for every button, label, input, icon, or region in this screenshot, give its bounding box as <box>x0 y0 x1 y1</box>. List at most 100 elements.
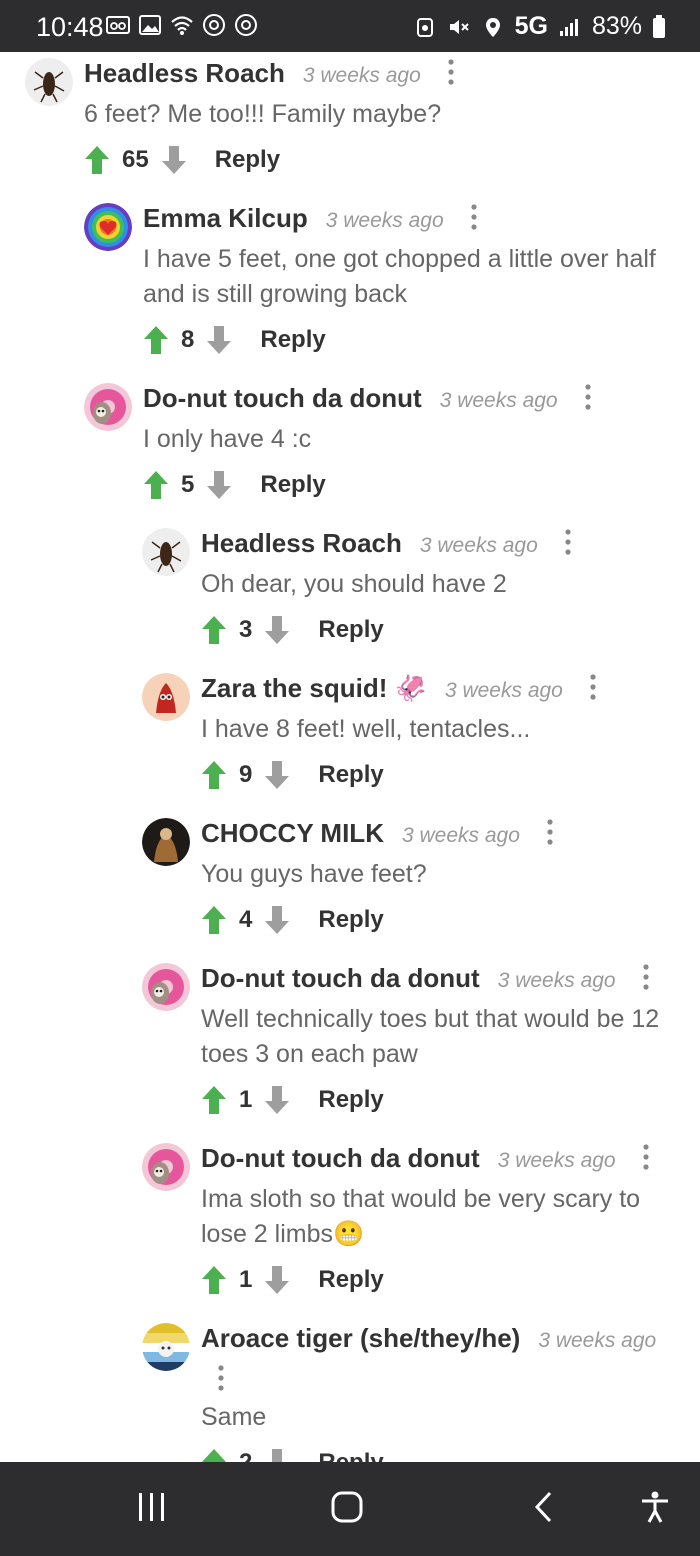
comment-text: Well technically toes but that would be … <box>201 1005 660 1068</box>
comment: Do-nut touch da donut 3 weeks ago Well t… <box>142 959 682 1124</box>
comment-text: I have 8 feet! well, tentacles... <box>201 715 531 743</box>
vote-count: 4 <box>239 906 253 933</box>
battery-icon <box>653 14 665 38</box>
comment-text: Oh dear, you should have 2 <box>201 570 507 598</box>
downvote-icon[interactable] <box>264 1265 290 1295</box>
upvote-icon[interactable] <box>201 1448 227 1462</box>
downvote-icon[interactable] <box>264 905 290 935</box>
comment-timestamp: 3 weeks ago <box>419 534 538 557</box>
vote-count: 65 <box>122 146 149 173</box>
more-options-icon[interactable] <box>464 203 484 231</box>
avatar[interactable] <box>84 383 132 431</box>
reply-button[interactable]: Reply <box>318 1449 383 1462</box>
location-icon <box>485 17 500 37</box>
comment-author[interactable]: Headless Roach <box>201 524 402 562</box>
avatar[interactable] <box>142 528 190 576</box>
reply-button[interactable]: Reply <box>318 616 383 644</box>
comment: Do-nut touch da donut 3 weeks ago I only… <box>84 379 684 509</box>
comment-text: I have 5 feet, one got chopped a little … <box>143 245 656 308</box>
more-options-icon[interactable] <box>583 673 603 701</box>
comment-text: Same <box>201 1403 267 1431</box>
comment-timestamp: 3 weeks ago <box>444 679 563 702</box>
reply-button[interactable]: Reply <box>318 1266 383 1294</box>
vote-count: 8 <box>181 326 195 353</box>
reply-button[interactable]: Reply <box>318 906 383 934</box>
upvote-icon[interactable] <box>201 1265 227 1295</box>
avatar[interactable] <box>142 1143 190 1191</box>
comment: CHOCCY MILK 3 weeks ago You guys have fe… <box>142 814 682 944</box>
home-icon[interactable] <box>330 1490 364 1524</box>
accessibility-icon[interactable] <box>638 1490 672 1524</box>
upvote-icon[interactable] <box>84 145 110 175</box>
downvote-icon[interactable] <box>264 760 290 790</box>
comment-author[interactable]: Emma Kilcup <box>143 199 308 237</box>
upvote-icon[interactable] <box>143 470 169 500</box>
comment: Aroace tiger (she/they/he) 3 weeks ago S… <box>142 1319 682 1462</box>
upvote-icon[interactable] <box>201 760 227 790</box>
comment-timestamp: 3 weeks ago <box>497 1149 616 1172</box>
comment: Do-nut touch da donut 3 weeks ago Ima sl… <box>142 1139 682 1304</box>
comment-author[interactable]: Headless Roach <box>84 54 285 92</box>
more-options-icon[interactable] <box>441 58 461 86</box>
comment-text: I only have 4 :c <box>143 425 312 453</box>
more-options-icon[interactable] <box>540 818 560 846</box>
downvote-icon[interactable] <box>206 325 232 355</box>
upvote-icon[interactable] <box>143 325 169 355</box>
reply-button[interactable]: Reply <box>260 326 325 354</box>
upvote-icon[interactable] <box>201 905 227 935</box>
comment-timestamp: 3 weeks ago <box>439 389 558 412</box>
comment-author[interactable]: Zara the squid! 🦑 <box>201 669 427 707</box>
comment: Emma Kilcup 3 weeks ago I have 5 feet, o… <box>84 199 684 364</box>
comment-timestamp: 3 weeks ago <box>497 969 616 992</box>
comment: Zara the squid! 🦑 3 weeks ago I have 8 f… <box>142 669 682 799</box>
mute-icon <box>449 19 469 34</box>
reply-button[interactable]: Reply <box>318 761 383 789</box>
avatar[interactable] <box>142 673 190 721</box>
more-options-icon[interactable] <box>636 963 656 991</box>
reply-button[interactable]: Reply <box>260 471 325 499</box>
comment-author[interactable]: Do-nut touch da donut <box>201 1139 480 1177</box>
comment-author[interactable]: CHOCCY MILK <box>201 814 384 852</box>
threads-icon <box>203 14 225 36</box>
comment-text: You guys have feet? <box>201 860 427 888</box>
downvote-icon[interactable] <box>264 1448 290 1462</box>
comment-timestamp: 3 weeks ago <box>401 824 520 847</box>
comment-thread: Headless Roach 3 weeks ago 6 feet? Me to… <box>0 52 700 1462</box>
reply-button[interactable]: Reply <box>318 1086 383 1114</box>
comment-author[interactable]: Aroace tiger (she/they/he) <box>201 1319 520 1357</box>
vote-count: 1 <box>239 1266 253 1293</box>
comment-author[interactable]: Do-nut touch da donut <box>143 379 422 417</box>
downvote-icon[interactable] <box>264 615 290 645</box>
status-time: 10:48 <box>36 12 104 42</box>
vote-count: 5 <box>181 471 195 498</box>
recycle-icon <box>416 17 433 37</box>
more-options-icon[interactable] <box>558 528 578 556</box>
vote-count: 1 <box>239 1086 253 1113</box>
comment-timestamp: 3 weeks ago <box>325 209 444 232</box>
reply-button[interactable]: Reply <box>215 146 280 174</box>
avatar[interactable] <box>142 1323 190 1371</box>
back-icon[interactable] <box>528 1490 562 1524</box>
battery-percent: 83% <box>591 12 642 40</box>
avatar[interactable] <box>25 58 73 106</box>
more-options-icon[interactable] <box>636 1143 656 1171</box>
network-type: 5G <box>514 12 548 40</box>
avatar[interactable] <box>84 203 132 251</box>
downvote-icon[interactable] <box>264 1085 290 1115</box>
avatar[interactable] <box>142 963 190 1011</box>
recent-apps-icon[interactable] <box>135 1490 169 1524</box>
downvote-icon[interactable] <box>206 470 232 500</box>
upvote-icon[interactable] <box>201 1085 227 1115</box>
voicemail-icon <box>106 16 130 34</box>
downvote-icon[interactable] <box>161 145 187 175</box>
image-icon <box>139 15 161 35</box>
comment-author[interactable]: Do-nut touch da donut <box>201 959 480 997</box>
signal-icon <box>559 18 578 36</box>
vote-count: 2 <box>239 1449 252 1462</box>
vote-count: 3 <box>239 616 253 643</box>
upvote-icon[interactable] <box>201 615 227 645</box>
more-options-icon[interactable] <box>578 383 598 411</box>
comment-timestamp: 3 weeks ago <box>302 64 421 87</box>
avatar[interactable] <box>142 818 190 866</box>
more-options-icon[interactable] <box>211 1364 231 1392</box>
